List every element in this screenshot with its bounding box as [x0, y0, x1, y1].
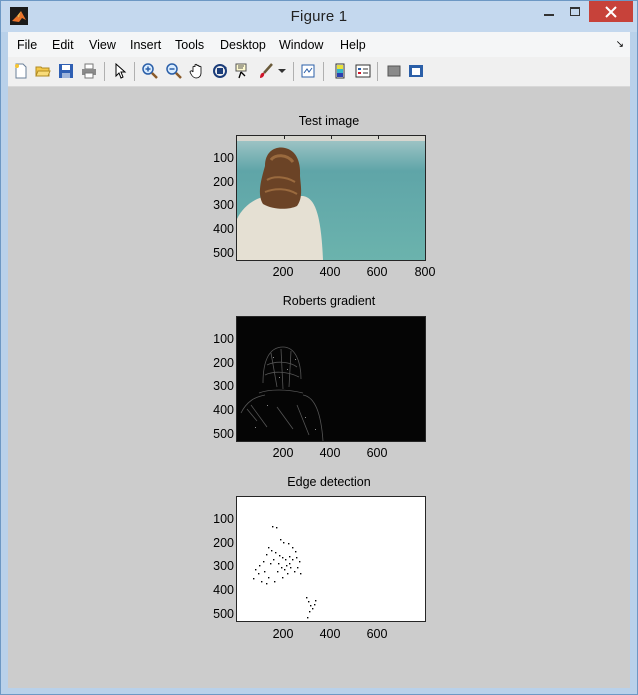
- maximize-button[interactable]: [562, 1, 588, 22]
- x-tick-label: 800: [414, 265, 436, 279]
- menu-edit[interactable]: Edit: [52, 38, 74, 52]
- y-tick-label: 400: [213, 222, 234, 236]
- x-tick-label: 600: [366, 446, 388, 460]
- axes-roberts-gradient[interactable]: [236, 316, 426, 442]
- edit-plot-arrow-icon[interactable]: [110, 61, 130, 81]
- y-tick-label: 300: [213, 559, 234, 573]
- y-tick-label: 500: [213, 246, 234, 260]
- insert-colorbar-icon[interactable]: [330, 61, 350, 81]
- y-tick-label: 200: [213, 175, 234, 189]
- minimize-button[interactable]: [536, 1, 562, 22]
- x-tick-label: 400: [319, 446, 341, 460]
- x-tick-label: 400: [319, 627, 341, 641]
- x-tick-label: 400: [319, 265, 341, 279]
- plot-title-test-image: Test image: [298, 114, 360, 128]
- y-tick-label: 500: [213, 427, 234, 441]
- pan-hand-icon[interactable]: [187, 61, 207, 81]
- minimize-icon: [544, 13, 554, 16]
- x-tick-label: 600: [366, 627, 388, 641]
- figure-toolbar: [8, 57, 630, 87]
- y-tick-label: 100: [213, 332, 234, 346]
- title-bar[interactable]: Figure 1: [1, 1, 637, 32]
- menu-insert[interactable]: Insert: [130, 38, 161, 52]
- brush-icon[interactable]: [256, 61, 276, 81]
- x-tick-mark: [378, 135, 379, 139]
- open-file-icon[interactable]: [33, 61, 53, 81]
- toolbar-separator: [377, 62, 378, 81]
- menu-help[interactable]: Help: [340, 38, 366, 52]
- new-figure-icon[interactable]: [11, 61, 31, 81]
- edge-detection-image: [237, 497, 425, 621]
- x-tick-mark: [331, 135, 332, 139]
- menu-file[interactable]: File: [17, 38, 37, 52]
- x-tick-label: 200: [272, 627, 294, 641]
- y-tick-label: 400: [213, 583, 234, 597]
- toolbar-separator: [293, 62, 294, 81]
- hide-plot-tools-icon[interactable]: [384, 61, 404, 81]
- close-button[interactable]: [589, 1, 633, 22]
- y-tick-label: 300: [213, 198, 234, 212]
- y-tick-label: 200: [213, 536, 234, 550]
- y-tick-label: 100: [213, 151, 234, 165]
- menu-window[interactable]: Window: [279, 38, 323, 52]
- x-tick-label: 200: [272, 446, 294, 460]
- axes-test-image[interactable]: [236, 135, 426, 261]
- data-cursor-icon[interactable]: [233, 61, 253, 81]
- axes-edge-detection[interactable]: [236, 496, 426, 622]
- save-icon[interactable]: [56, 61, 76, 81]
- plot-title-roberts-gradient: Roberts gradient: [282, 294, 376, 308]
- x-tick-label: 600: [366, 265, 388, 279]
- y-tick-label: 300: [213, 379, 234, 393]
- link-plot-icon[interactable]: [298, 61, 318, 81]
- close-icon: [605, 5, 617, 18]
- y-tick-label: 100: [213, 512, 234, 526]
- toolbar-separator: [323, 62, 324, 81]
- zoom-out-icon[interactable]: [164, 61, 184, 81]
- y-tick-label: 500: [213, 607, 234, 621]
- maximize-icon: [570, 6, 580, 16]
- toolbar-separator: [134, 62, 135, 81]
- menu-view[interactable]: View: [89, 38, 116, 52]
- menu-tools[interactable]: Tools: [175, 38, 204, 52]
- y-tick-label: 200: [213, 356, 234, 370]
- x-tick-mark: [284, 135, 285, 139]
- roberts-gradient-image: [237, 317, 425, 441]
- test-image-photo: [237, 136, 425, 260]
- y-tick-label: 400: [213, 403, 234, 417]
- menu-bar: File Edit View Insert Tools Desktop Wind…: [8, 32, 630, 57]
- plot-title-edge-detection: Edge detection: [287, 475, 371, 489]
- chevron-down-icon[interactable]: [276, 61, 288, 81]
- figure-window: Figure 1 File Edit View Insert Tools Des…: [0, 0, 638, 695]
- x-tick-label: 200: [272, 265, 294, 279]
- zoom-in-icon[interactable]: [140, 61, 160, 81]
- menu-desktop[interactable]: Desktop: [220, 38, 266, 52]
- toolbar-separator: [104, 62, 105, 81]
- show-plot-tools-icon[interactable]: [406, 61, 426, 81]
- figure-canvas: Test image 100 200 300 400 500 200 400 6…: [8, 87, 630, 688]
- dock-arrow-icon[interactable]: ↘: [616, 39, 624, 50]
- rotate-3d-icon[interactable]: [210, 61, 230, 81]
- insert-legend-icon[interactable]: [353, 61, 373, 81]
- print-icon[interactable]: [79, 61, 99, 81]
